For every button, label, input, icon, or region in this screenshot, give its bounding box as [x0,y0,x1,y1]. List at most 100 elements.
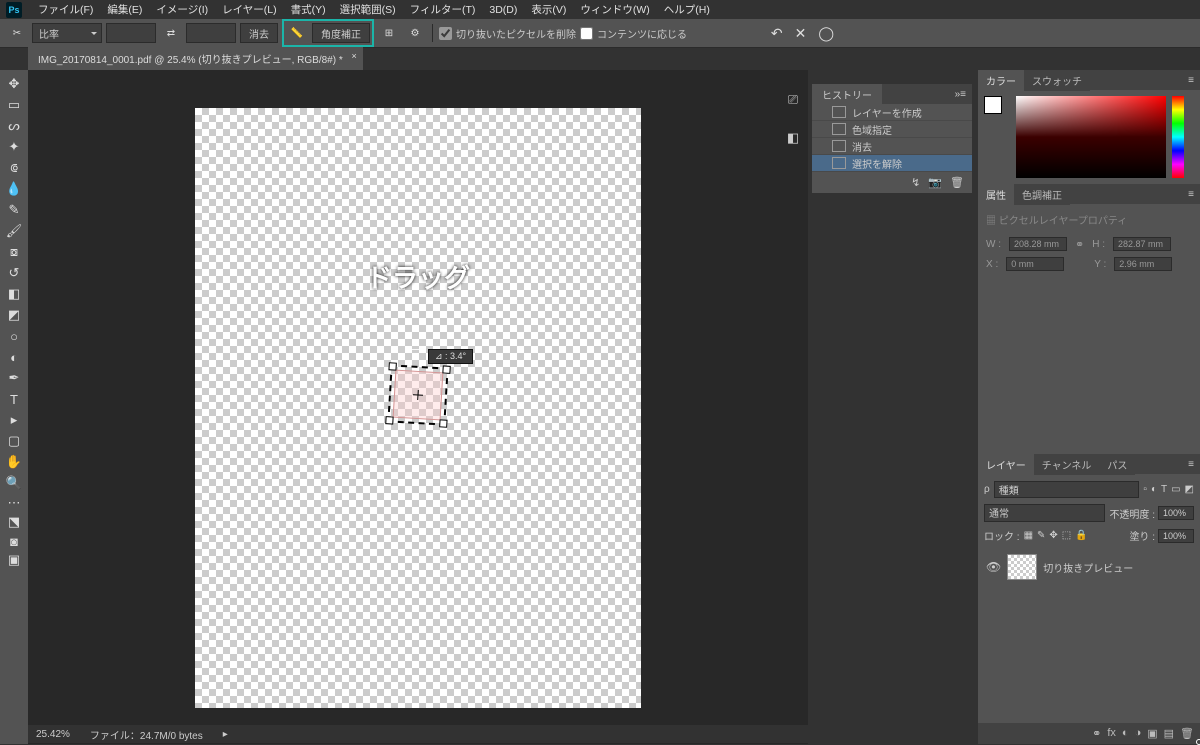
hand-tool[interactable]: ✋ [3,452,25,472]
document-tab[interactable]: IMG_20170814_0001.pdf @ 25.4% (切り抜きプレビュー… [28,47,363,70]
lock-icon[interactable]: ⬚ [1062,530,1071,541]
dodge-tool[interactable]: ◐ [3,347,25,367]
canvas-area[interactable]: ドラッグ → ⊿ : 3.4° [28,70,808,744]
straighten-button[interactable]: 角度補正 [312,23,370,43]
hue-strip[interactable] [1172,96,1184,178]
panel-flyout-icon[interactable]: ≡ [1182,75,1200,86]
chevron-right-icon[interactable]: ▸ [223,729,228,740]
link-layers-icon[interactable]: ⚭ [1092,727,1101,740]
fg-bg-swatch[interactable] [984,96,1010,122]
marquee-tool[interactable]: ▭ [3,95,25,115]
quick-mask-icon[interactable]: ◙ [3,532,25,550]
visibility-icon[interactable]: 👁 [986,560,1001,574]
camera-icon[interactable]: 📷 [928,176,942,189]
crop-handle[interactable] [385,416,393,424]
layer-item[interactable]: 👁 切り抜きプレビュー [984,550,1194,584]
swap-icon[interactable]: ⇄ [160,22,182,44]
menu-help[interactable]: ヘルプ(H) [658,0,716,19]
tab-swatches[interactable]: スウォッチ [1024,70,1090,91]
lasso-tool[interactable]: ᔕ [3,116,25,136]
color-swap-icon[interactable]: ⬔ [3,513,25,531]
tab-layers[interactable]: レイヤー [978,454,1034,475]
snapshot-icon[interactable]: ↯ [911,176,920,189]
clear-button[interactable]: 消去 [240,23,278,43]
ratio-h-input[interactable] [186,23,236,43]
tab-properties[interactable]: 属性 [978,184,1014,205]
height-field[interactable]: 282.87 mm [1113,237,1171,251]
commit-icon[interactable]: ◯ [818,25,834,42]
panel-flyout-icon[interactable]: ≡ [1182,189,1200,200]
trash-icon[interactable]: 🗑 [1180,727,1194,740]
y-field[interactable]: 2.96 mm [1114,257,1172,271]
gradient-tool[interactable]: ◩ [3,305,25,325]
width-field[interactable]: 208.28 mm [1009,237,1067,251]
filter-icon[interactable]: ▭ [1171,484,1180,495]
tab-adjustments[interactable]: 色調補正 [1014,184,1070,205]
blend-mode-dropdown[interactable]: 通常 [984,504,1105,522]
move-tool[interactable]: ✥ [3,74,25,94]
tab-history[interactable]: ヒストリー [812,84,882,105]
crop-bounds[interactable] [387,364,448,425]
menu-select[interactable]: 選択範囲(S) [334,0,402,19]
lock-icon[interactable]: ✎ [1037,530,1045,541]
menu-filter[interactable]: フィルター(T) [404,0,482,19]
straighten-icon[interactable]: 📏 [286,22,308,44]
collapsed-panel-icon[interactable]: ◧ [787,130,799,146]
content-aware-checkbox[interactable]: コンテンツに応じる [580,26,687,41]
zoom-tool[interactable]: 🔍 [3,473,25,493]
history-brush-tool[interactable]: ↺ [3,263,25,283]
filter-icon[interactable]: ▫ [1143,484,1147,495]
path-select-tool[interactable]: ▸ [3,410,25,430]
menu-edit[interactable]: 編集(E) [101,0,148,19]
menu-3d[interactable]: 3D(D) [483,2,523,18]
layer-thumbnail[interactable] [1007,554,1037,580]
tab-paths[interactable]: パス [1099,454,1135,475]
fx-icon[interactable]: fx [1107,727,1116,740]
panel-flyout-icon[interactable]: ≡ [1182,459,1200,470]
menu-layer[interactable]: レイヤー(L) [216,0,283,19]
filter-icon[interactable]: ◐ [1151,484,1157,495]
menu-image[interactable]: イメージ(I) [150,0,214,19]
crop-handle[interactable] [439,419,447,427]
new-layer-icon[interactable]: ▤ [1164,727,1174,740]
reset-icon[interactable]: ↶ [771,25,783,42]
edit-toolbar[interactable]: ⋯ [3,494,25,512]
grid-overlay-icon[interactable]: ⊞ [378,22,400,44]
link-icon[interactable]: ⚭ [1075,238,1084,251]
history-item[interactable]: 選択を解除 [812,155,972,172]
filter-icon[interactable]: T [1161,484,1167,495]
brush-tool[interactable]: 🖌 [3,221,25,241]
healing-tool[interactable]: ✎ [3,200,25,220]
opacity-field[interactable]: 100% [1158,506,1194,520]
screen-mode-icon[interactable]: ▣ [3,551,25,569]
menu-window[interactable]: ウィンドウ(W) [574,0,655,19]
ratio-w-input[interactable] [106,23,156,43]
menu-view[interactable]: 表示(V) [525,0,572,19]
cancel-icon[interactable]: ✕ [795,25,807,42]
ratio-dropdown[interactable]: 比率 [32,23,102,43]
history-item[interactable]: 消去 [812,138,972,155]
color-spectrum[interactable] [1016,96,1166,178]
eraser-tool[interactable]: ◧ [3,284,25,304]
pen-tool[interactable]: ✒ [3,368,25,388]
tab-color[interactable]: カラー [978,70,1024,91]
lock-icon[interactable]: ▦ [1024,530,1033,541]
stamp-tool[interactable]: ⧇ [3,242,25,262]
canvas[interactable]: ドラッグ → ⊿ : 3.4° [195,108,641,708]
panel-flyout-icon[interactable]: »≡ [949,89,972,100]
history-item[interactable]: レイヤーを作成 [812,104,972,121]
quick-select-tool[interactable]: ✦ [3,137,25,157]
collapsed-panel-icon[interactable]: ⎚ [788,92,798,108]
blur-tool[interactable]: ○ [3,326,25,346]
gear-icon[interactable]: ⚙ [404,22,426,44]
close-tab-icon[interactable]: × [351,51,356,61]
type-tool[interactable]: T [3,389,25,409]
layer-filter-input[interactable]: 種類 [994,481,1140,498]
fill-field[interactable]: 100% [1158,529,1194,543]
lock-icon[interactable]: ✥ [1049,530,1057,541]
tab-channels[interactable]: チャンネル [1034,454,1100,475]
crop-tool[interactable]: ⟃ [3,158,25,178]
history-item[interactable]: 色域指定 [812,121,972,138]
filter-icon[interactable]: ◩ [1185,484,1194,495]
mask-icon[interactable]: ◐ [1122,727,1129,740]
